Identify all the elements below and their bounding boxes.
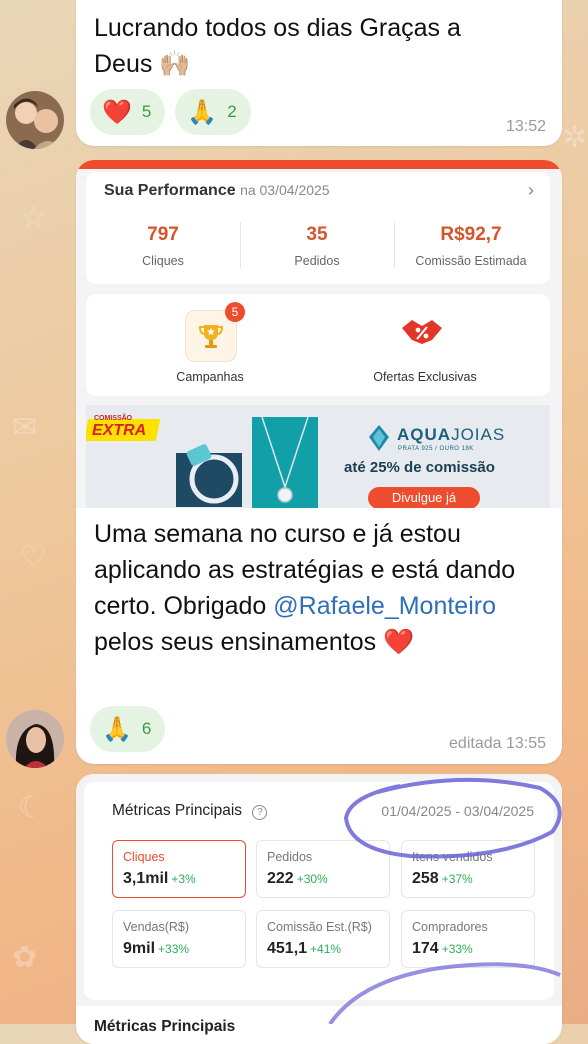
reactions: ❤️ 5 🙏 2 — [76, 89, 265, 135]
metric-vendas[interactable]: Vendas(R$) 9mil +33% — [112, 910, 246, 968]
raising-hands-emoji: 🙌🏼 — [159, 50, 191, 78]
pray-icon: 🙏 — [102, 715, 132, 743]
metric-cliques[interactable]: Cliques 3,1mil +3% — [112, 840, 246, 898]
message-text: Uma semana no curso e já estou aplicando… — [94, 520, 516, 656]
next-card-title: Métricas Principais — [94, 1018, 236, 1035]
background-doodle: ✉ — [12, 410, 38, 445]
aqua-logo-icon — [369, 425, 389, 451]
date-range[interactable]: 01/04/2025 - 03/04/2025 — [381, 803, 534, 819]
reactions: 🙏 6 — [76, 706, 179, 752]
metrics-title: Métricas Principais ? — [112, 802, 268, 820]
background-doodle: ♡ — [20, 540, 47, 575]
help-icon[interactable]: ? — [252, 805, 268, 820]
message-time: editada 13:55 — [449, 735, 546, 752]
background-doodle: ☾ — [18, 790, 45, 825]
mention-link[interactable]: @Rafaele_Monteiro — [273, 592, 496, 620]
stat-pedidos: 35 Pedidos — [294, 224, 340, 268]
message-time: 13:52 — [505, 118, 546, 135]
metrics-screenshot: Métricas Principais ? 01/04/2025 - 03/04… — [76, 774, 562, 1044]
background-doodle: ✿ — [12, 940, 38, 975]
message-bubble: Lucrando todos os dias Graças a Deus 🙌🏼 … — [76, 0, 562, 146]
metric-comissao[interactable]: Comissão Est.(R$) 451,1 +41% — [256, 910, 390, 968]
message-bubble: Sua Performance na 03/04/2025 › 797 Cliq… — [76, 160, 562, 764]
ofertas-exclusivas-button[interactable] — [400, 314, 450, 354]
background-doodle: ✲ — [562, 120, 588, 155]
reaction-pray[interactable]: 🙏 2 — [175, 89, 251, 135]
background-doodle: ☆ — [20, 200, 47, 235]
handshake-icon — [402, 320, 442, 344]
brand-name: AQUAJOIAS — [397, 425, 506, 444]
extra-tag-text: EXTRA — [92, 422, 147, 439]
metric-itens-vendidos[interactable]: Itens vendidos 258 +37% — [401, 840, 535, 898]
divider — [240, 222, 241, 268]
promo-banner[interactable]: COMISSÃO EXTRA AQUAJOIAS PRATA 925 / OUR… — [86, 405, 550, 508]
performance-screenshot: Sua Performance na 03/04/2025 › 797 Cliq… — [76, 160, 562, 508]
brand-subtitle: PRATA 925 / OURO 18K — [398, 446, 474, 452]
chevron-right-icon[interactable]: › — [528, 180, 534, 201]
feature-label: Campanhas — [176, 370, 244, 384]
trophy-icon — [198, 325, 224, 348]
stat-cliques: 797 Cliques — [142, 224, 184, 268]
extra-tag-small: COMISSÃO — [94, 415, 133, 422]
metric-compradores[interactable]: Compradores 174 +33% — [401, 910, 535, 968]
metric-pedidos[interactable]: Pedidos 222 +30% — [256, 840, 390, 898]
heart-icon: ❤️ — [102, 98, 132, 126]
reaction-count: 5 — [141, 102, 152, 121]
necklace-image — [252, 416, 318, 508]
avatar[interactable] — [6, 91, 64, 149]
accent-band — [76, 160, 562, 169]
divulgue-button[interactable]: Divulgue já — [368, 487, 480, 508]
pray-icon: 🙏 — [187, 98, 218, 126]
ring-image — [176, 444, 242, 507]
performance-title: Sua Performance na 03/04/2025 — [104, 182, 330, 199]
heart-emoji: ❤️ — [383, 628, 415, 656]
feature-label: Ofertas Exclusivas — [373, 370, 477, 384]
metrics-card: Métricas Principais ? 01/04/2025 - 03/04… — [84, 782, 554, 1000]
avatar[interactable] — [6, 710, 64, 768]
features-card: 5 Campanhas Ofertas Exclusivas — [86, 294, 550, 396]
message-text: Lucrando todos os dias Graças a Deus 🙌🏼 — [94, 14, 461, 78]
reaction-pray[interactable]: 🙏 6 — [90, 706, 166, 752]
notification-badge: 5 — [225, 302, 245, 322]
message-bubble: Métricas Principais ? 01/04/2025 - 03/04… — [76, 774, 562, 1044]
offer-text: até 25% de comissão — [344, 459, 495, 476]
performance-card: Sua Performance na 03/04/2025 › 797 Cliq… — [86, 172, 550, 284]
reaction-heart[interactable]: ❤️ 5 — [90, 89, 166, 135]
divider — [394, 222, 395, 268]
reaction-count: 6 — [141, 719, 152, 738]
next-card: Métricas Principais — [84, 1008, 554, 1044]
reaction-count: 2 — [227, 102, 237, 121]
stat-comissao: R$92,7 Comissão Estimada — [415, 224, 527, 268]
